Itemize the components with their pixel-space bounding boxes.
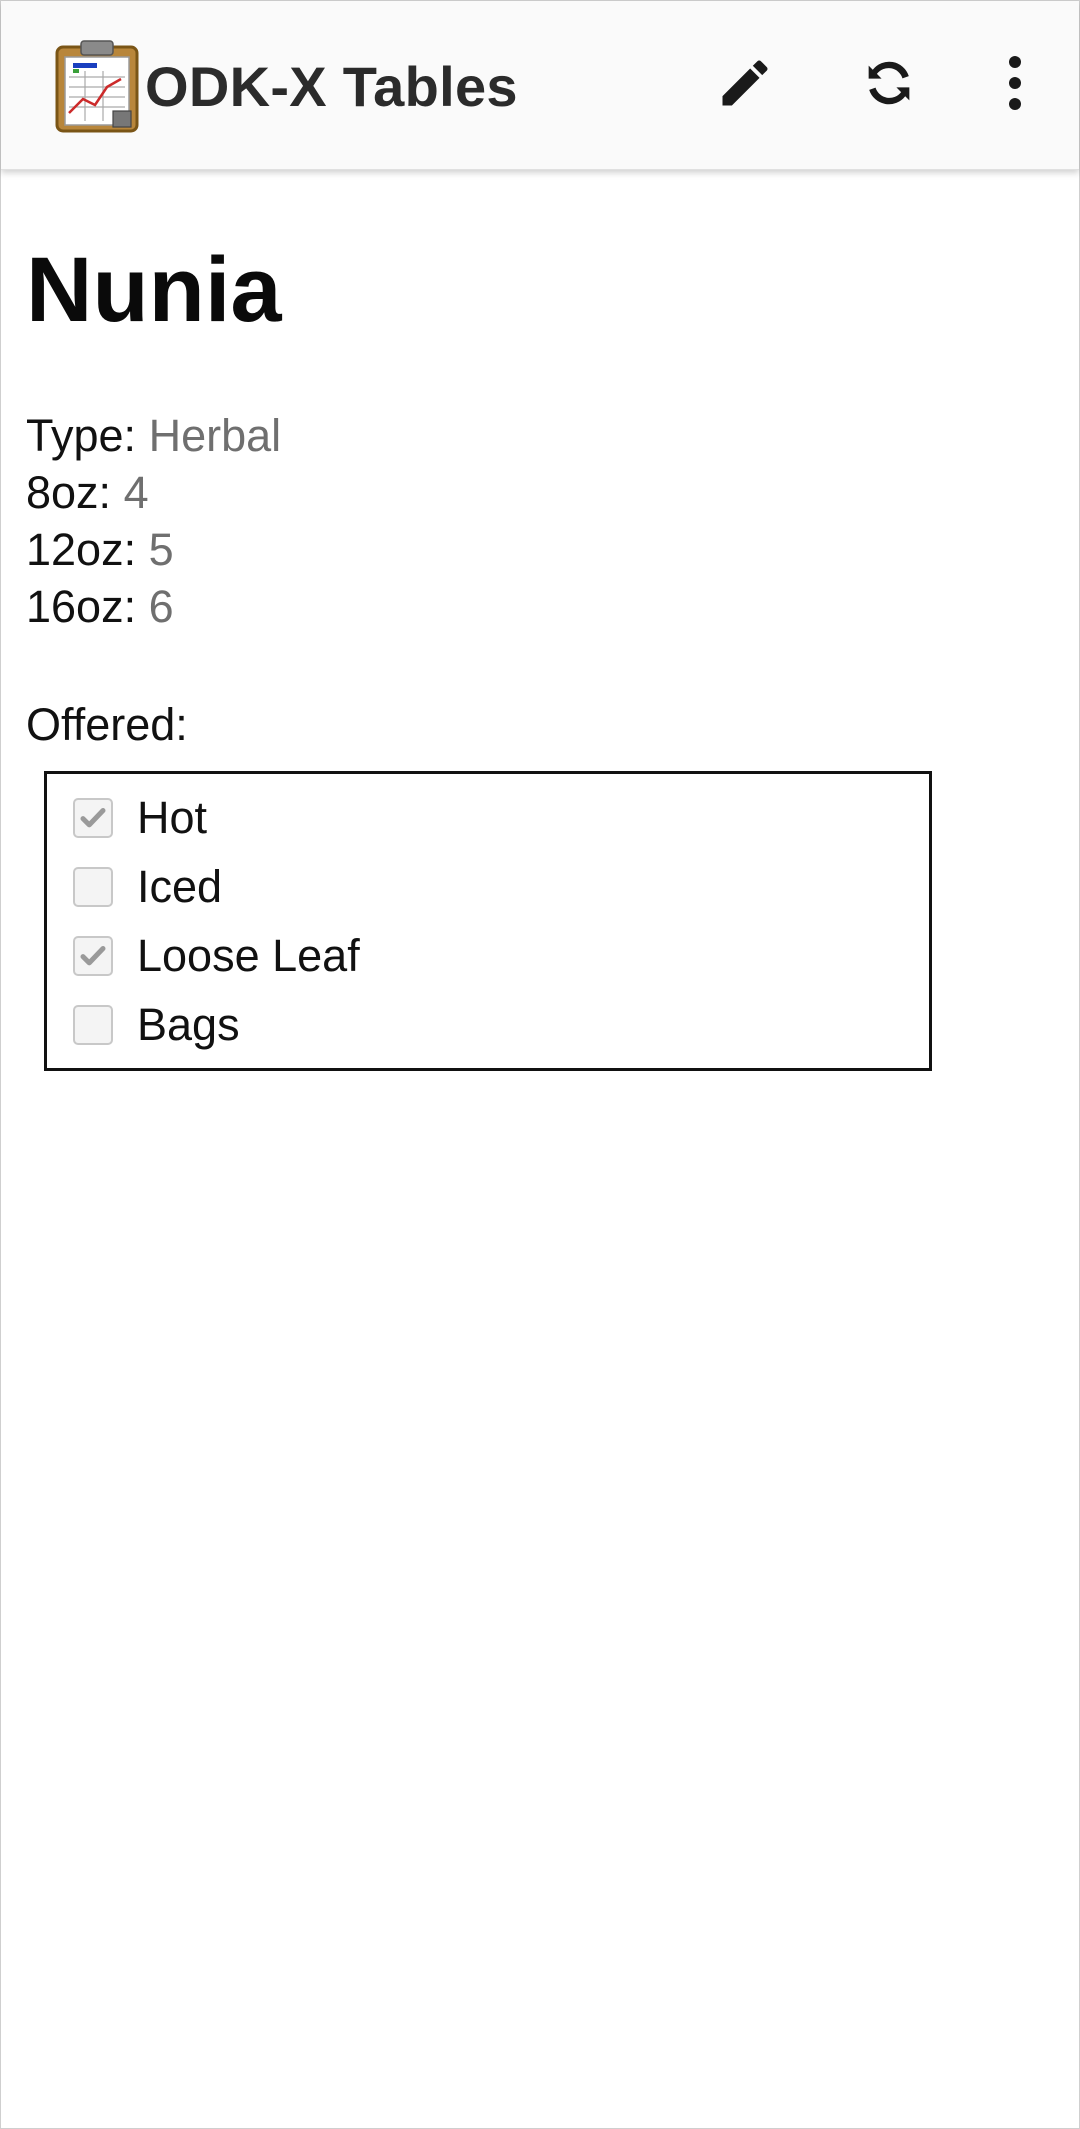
checkbox-loose-leaf[interactable] <box>73 936 113 976</box>
option-iced: Iced <box>73 859 222 915</box>
offered-options-box: Hot Iced Loose Leaf Bags <box>44 771 932 1071</box>
pencil-icon <box>715 53 775 118</box>
field-label: 16oz: <box>26 581 137 632</box>
option-label: Bags <box>137 999 240 1050</box>
field-value: Herbal <box>148 410 282 461</box>
checkbox-iced[interactable] <box>73 867 113 907</box>
screen: ODK-X Tables Nunia Type: Herbal 8oz: 4 1… <box>0 0 1080 2129</box>
field-row-type: Type: Herbal <box>26 407 281 464</box>
option-bags: Bags <box>73 997 240 1053</box>
field-value: 6 <box>148 581 174 632</box>
sync-button[interactable] <box>849 45 929 125</box>
checkmark-icon <box>80 808 106 828</box>
edit-button[interactable] <box>705 45 785 125</box>
offered-label: Offered: <box>26 699 188 750</box>
checkbox-hot[interactable] <box>73 798 113 838</box>
field-label: Type: <box>26 410 137 461</box>
field-row-8oz: 8oz: 4 <box>26 464 281 521</box>
option-label: Loose Leaf <box>137 930 360 981</box>
clipboard-chart-icon <box>55 39 139 133</box>
field-list: Type: Herbal 8oz: 4 12oz: 5 16oz: 6 <box>26 407 281 635</box>
field-label: 12oz: <box>26 524 137 575</box>
more-vert-icon <box>1003 53 1027 118</box>
option-loose-leaf: Loose Leaf <box>73 928 360 984</box>
more-options-button[interactable] <box>975 45 1055 125</box>
field-value: 5 <box>148 524 174 575</box>
field-row-16oz: 16oz: 6 <box>26 578 281 635</box>
checkmark-icon <box>80 946 106 966</box>
field-label: 8oz: <box>26 467 112 518</box>
option-label: Hot <box>137 792 208 843</box>
record-title: Nunia <box>26 239 282 341</box>
app-bar: ODK-X Tables <box>1 1 1079 170</box>
field-value: 4 <box>123 467 149 518</box>
checkbox-bags[interactable] <box>73 1005 113 1045</box>
field-row-12oz: 12oz: 5 <box>26 521 281 578</box>
app-title: ODK-X Tables <box>145 55 518 118</box>
option-hot: Hot <box>73 790 207 846</box>
sync-icon <box>856 50 922 121</box>
option-label: Iced <box>137 861 223 912</box>
